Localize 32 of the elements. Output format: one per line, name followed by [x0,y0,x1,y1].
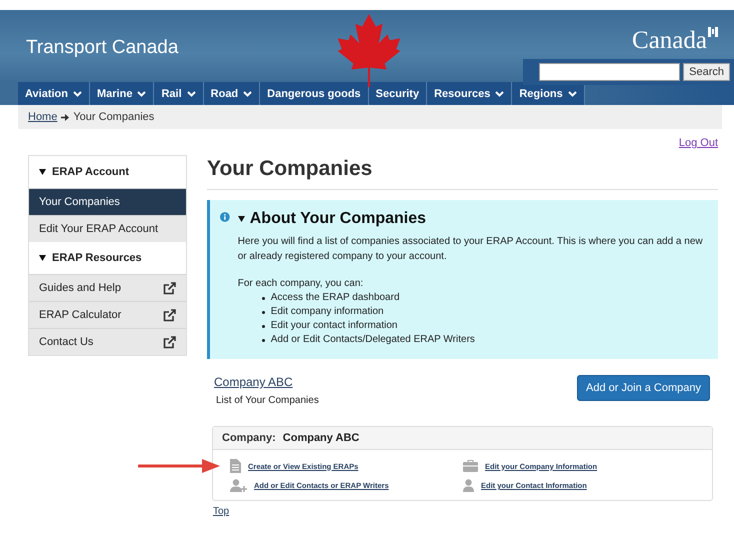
sidebar-item[interactable]: ERAP Calculator [29,301,186,328]
search-button[interactable]: Search [683,63,730,81]
feature-list-item: Edit your contact information [270,319,398,333]
sidebar-item[interactable]: Edit Your ERAP Account [29,215,186,242]
list-intro: For each company, you can: [238,277,364,291]
sidebar-item[interactable]: Guides and Help [29,274,186,301]
add-company-button[interactable]: Add or Join a Company [577,375,710,401]
breadcrumb-current: Your Companies [73,111,154,123]
top-link[interactable]: Top [213,506,230,517]
about-intro: Here you will find a list of companies associated to your ERAP Account. This is where you can add a new or already registered company to your account. [238,235,704,264]
sidebar-item[interactable]: Contact Us [29,328,186,355]
page-title: Your Companies [207,157,718,190]
nav-menu-item[interactable]: Dangerous goods [260,82,369,105]
sidebar-item[interactable]: Your Companies [29,188,186,215]
feature-list-item: Add or Edit Contacts/Delegated ERAP Writers [270,333,475,347]
nav-menu-item[interactable]: Marine [90,82,154,105]
canada-wordmark: Canada [632,27,707,55]
logout-link[interactable]: Log Out [678,137,718,149]
site-title: Transport Canada [26,37,178,59]
company-link[interactable]: Company ABC [214,375,293,389]
nav-menu-item[interactable]: Resources [427,82,512,105]
nav-menu-item[interactable]: Security [368,82,428,105]
about-heading[interactable]: About Your Companies [238,210,708,228]
feature-list-item: Edit company information [270,305,384,319]
nav-menu-item[interactable]: Road [204,82,260,105]
feature-list-item: Access the ERAP dashboard [270,291,400,305]
company-name: Company ABC [282,432,360,444]
nav-menu-item[interactable]: Aviation [18,82,90,105]
list-caption: List of Your Companies [216,395,320,406]
nav-menu-item[interactable]: Rail [154,82,204,105]
company-label: Company: [222,432,276,444]
breadcrumb-home-link[interactable]: Home [28,111,58,123]
